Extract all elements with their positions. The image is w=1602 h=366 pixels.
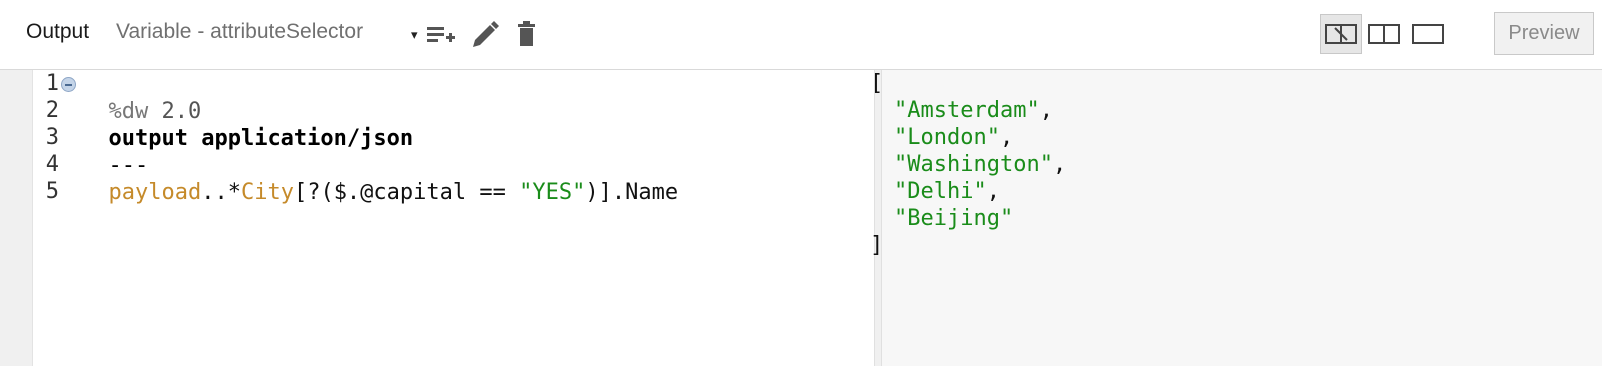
output-string: "Delhi" (894, 179, 987, 204)
output-item: "Washington", (894, 152, 1067, 177)
output-string: "Amsterdam" (894, 98, 1040, 123)
output-item: "Delhi", (894, 179, 1000, 204)
output-string: "London" (894, 125, 1000, 150)
output-open-bracket: [ (870, 71, 884, 96)
output-item: "London", (894, 125, 1014, 150)
add-list-icon[interactable] (426, 20, 456, 50)
toolbar: Output Variable - attributeSelector ▾ Pr… (0, 0, 1602, 70)
code-line: payload..*City[?($.@capital == "YES")].N… (82, 151, 679, 205)
code-line: %dw 2.0 (82, 70, 202, 124)
code-line: --- (82, 124, 149, 178)
output-item: "Amsterdam", (894, 98, 1053, 123)
line-number: 4 (45, 152, 59, 177)
line-number: 5 (45, 179, 59, 204)
two-columns-icon[interactable] (1363, 14, 1405, 54)
preview-button[interactable]: Preview (1494, 12, 1594, 55)
output-item: "Beijing" (894, 205, 1013, 233)
edit-pencil-icon[interactable] (470, 20, 500, 50)
code-line: output application/json (82, 97, 414, 151)
line-number: 1 (45, 71, 59, 96)
target-select[interactable]: Variable - attributeSelector (116, 20, 363, 44)
code-token: ..* (201, 180, 241, 205)
trash-icon[interactable] (513, 20, 543, 50)
output-close-bracket: ] (870, 233, 884, 258)
output-string: "Beijing" (894, 206, 1014, 231)
output-title: Output (26, 20, 90, 43)
line-number: 2 (45, 98, 59, 123)
code-token: )].Name (585, 180, 679, 205)
code-token: [?($.@capital == (293, 180, 520, 205)
chevron-down-icon[interactable]: ▾ (411, 23, 418, 47)
code-token: City (240, 180, 294, 205)
code-token: payload (108, 180, 202, 205)
fold-toggle-icon[interactable] (61, 77, 76, 92)
code-token: "YES" (519, 180, 586, 205)
line-number: 3 (45, 125, 59, 150)
editor-gutter (0, 70, 33, 366)
pane-divider[interactable] (874, 70, 882, 366)
code-token: output application/json (108, 126, 414, 151)
output-string: "Washington" (894, 152, 1053, 177)
split-view-icon[interactable] (1320, 14, 1362, 54)
single-pane-icon[interactable] (1407, 14, 1449, 54)
